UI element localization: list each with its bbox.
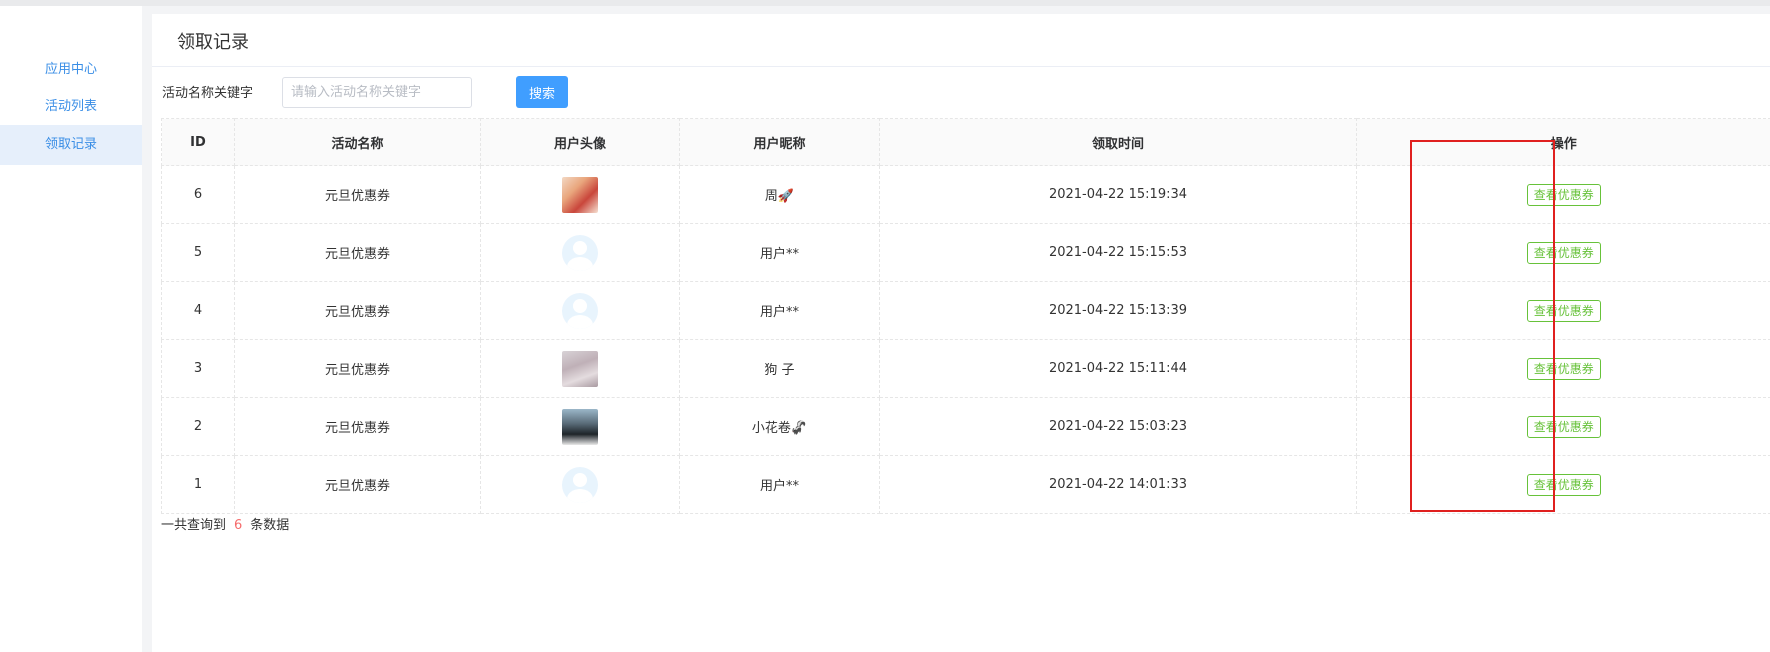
keyword-input[interactable] (282, 77, 472, 108)
title-divider (152, 66, 1770, 67)
table-row: 4 元旦优惠券 用户** 2021-04-22 15:13:39 查看优惠券 (161, 281, 1770, 340)
column-header-activity: 活动名称 (234, 118, 481, 166)
column-header-action: 操作 (1356, 118, 1770, 166)
view-coupon-button[interactable]: 查看优惠券 (1526, 415, 1601, 438)
cell-nickname: 小花卷🦨 (679, 397, 880, 456)
main-panel: 领取记录 活动名称关键字 搜索 ID 活动名称 用户头像 用户昵称 领取时间 操… (152, 14, 1770, 652)
user-avatar (562, 350, 598, 387)
cell-id: 5 (161, 223, 235, 282)
cell-activity: 元旦优惠券 (234, 223, 481, 282)
cell-action: 查看优惠券 (1356, 223, 1770, 282)
summary-prefix: 一共查询到 (161, 518, 227, 533)
table-row: 6 元旦优惠券 周🚀 2021-04-22 15:19:34 查看优惠券 (161, 165, 1770, 224)
sidebar-item-claim-records[interactable]: 领取记录 (0, 125, 142, 165)
cell-avatar (480, 165, 680, 224)
sidebar: 应用中心 活动列表 领取记录 (0, 6, 142, 652)
default-avatar-icon (562, 292, 598, 329)
cell-time: 2021-04-22 15:19:34 (879, 165, 1357, 224)
user-avatar (562, 408, 598, 445)
search-button[interactable]: 搜索 (516, 76, 568, 108)
cell-avatar (480, 397, 680, 456)
table-row: 1 元旦优惠券 用户** 2021-04-22 14:01:33 查看优惠券 (161, 455, 1770, 514)
column-header-nickname: 用户昵称 (679, 118, 880, 166)
view-coupon-button[interactable]: 查看优惠券 (1526, 241, 1601, 264)
cell-id: 4 (161, 281, 235, 340)
cell-nickname: 用户** (679, 223, 880, 282)
cell-id: 1 (161, 455, 235, 514)
cell-time: 2021-04-22 15:11:44 (879, 339, 1357, 398)
column-header-avatar: 用户头像 (480, 118, 680, 166)
records-table: ID 活动名称 用户头像 用户昵称 领取时间 操作 6 元旦优惠券 周🚀 202… (161, 118, 1770, 514)
sidebar-item-app-center[interactable]: 应用中心 (0, 50, 142, 90)
view-coupon-button[interactable]: 查看优惠券 (1526, 473, 1601, 496)
cell-time: 2021-04-22 15:15:53 (879, 223, 1357, 282)
cell-activity: 元旦优惠券 (234, 165, 481, 224)
cell-time: 2021-04-22 15:13:39 (879, 281, 1357, 340)
cell-nickname: 用户** (679, 455, 880, 514)
cell-nickname: 用户** (679, 281, 880, 340)
cell-avatar (480, 339, 680, 398)
cell-action: 查看优惠券 (1356, 455, 1770, 514)
cell-action: 查看优惠券 (1356, 397, 1770, 456)
sidebar-item-activity-list[interactable]: 活动列表 (0, 87, 142, 127)
table-header-row: ID 活动名称 用户头像 用户昵称 领取时间 操作 (161, 118, 1770, 166)
cell-nickname: 周🚀 (679, 165, 880, 224)
cell-id: 6 (161, 165, 235, 224)
cell-activity: 元旦优惠券 (234, 397, 481, 456)
default-avatar-icon (562, 466, 598, 503)
cell-id: 3 (161, 339, 235, 398)
result-count: 6 (234, 518, 243, 533)
cell-time: 2021-04-22 15:03:23 (879, 397, 1357, 456)
default-avatar-icon (562, 234, 598, 271)
result-summary: 一共查询到 6 条数据 (161, 514, 289, 533)
summary-suffix: 条数据 (250, 518, 290, 533)
view-coupon-button[interactable]: 查看优惠券 (1526, 299, 1601, 322)
table-row: 2 元旦优惠券 小花卷🦨 2021-04-22 15:03:23 查看优惠券 (161, 397, 1770, 456)
cell-activity: 元旦优惠券 (234, 339, 481, 398)
cell-action: 查看优惠券 (1356, 339, 1770, 398)
keyword-label: 活动名称关键字 (162, 86, 254, 101)
cell-avatar (480, 223, 680, 282)
user-avatar (562, 176, 598, 213)
view-coupon-button[interactable]: 查看优惠券 (1526, 183, 1601, 206)
cell-action: 查看优惠券 (1356, 281, 1770, 340)
page-title: 领取记录 (177, 32, 249, 53)
cell-activity: 元旦优惠券 (234, 281, 481, 340)
cell-avatar (480, 455, 680, 514)
table-row: 5 元旦优惠券 用户** 2021-04-22 15:15:53 查看优惠券 (161, 223, 1770, 282)
cell-time: 2021-04-22 14:01:33 (879, 455, 1357, 514)
column-header-time: 领取时间 (879, 118, 1357, 166)
table-row: 3 元旦优惠券 狗 子 2021-04-22 15:11:44 查看优惠券 (161, 339, 1770, 398)
cell-nickname: 狗 子 (679, 339, 880, 398)
cell-avatar (480, 281, 680, 340)
cell-action: 查看优惠券 (1356, 165, 1770, 224)
top-bar (0, 0, 1770, 6)
column-header-id: ID (161, 118, 235, 166)
cell-id: 2 (161, 397, 235, 456)
cell-activity: 元旦优惠券 (234, 455, 481, 514)
view-coupon-button[interactable]: 查看优惠券 (1526, 357, 1601, 380)
